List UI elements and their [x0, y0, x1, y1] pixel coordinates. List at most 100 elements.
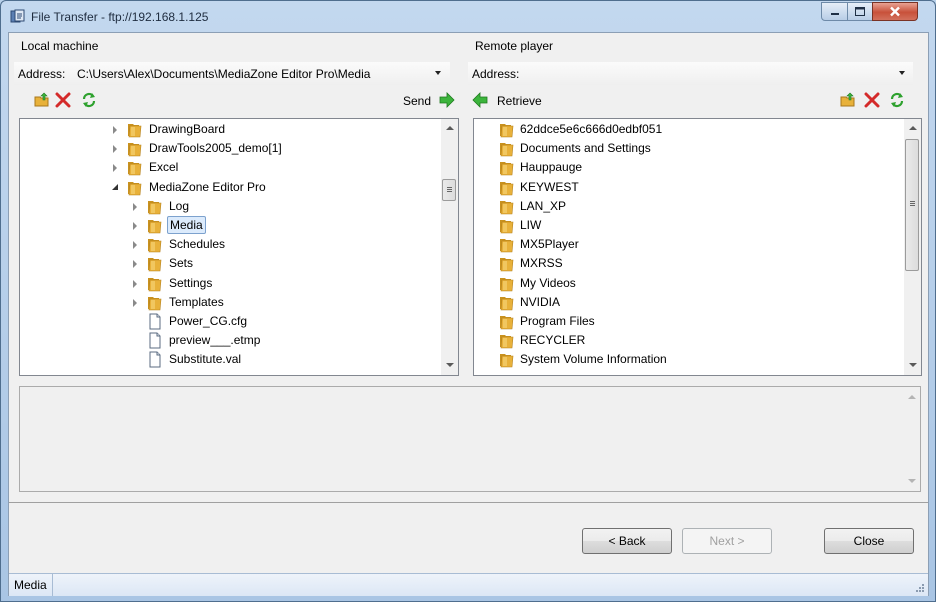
remote-tree-item[interactable]: Hauppauge	[474, 158, 902, 177]
remote-scroll-up-icon[interactable]	[909, 126, 917, 130]
local-toolbar: Send	[14, 88, 459, 112]
tree-item[interactable]: Media	[20, 216, 440, 235]
close-button[interactable]: Close	[824, 528, 914, 554]
tree-item-label: Schedules	[169, 237, 226, 252]
remote-refresh-icon[interactable]	[889, 92, 905, 108]
remote-scrollbar[interactable]	[904, 119, 921, 375]
tree-item-label: 62ddce5e6c666d0edbf051	[520, 122, 663, 136]
tree-item-label: Power_CG.cfg	[169, 314, 248, 328]
remote-tree-item[interactable]: My Videos	[474, 274, 902, 293]
tree-item-label: MediaZone Editor Pro	[149, 179, 266, 194]
tree-item-label: Excel	[149, 160, 179, 175]
remote-tree-item[interactable]: LAN_XP	[474, 197, 902, 216]
arrow-left-icon	[472, 92, 488, 108]
tree-item-label: Hauppauge	[520, 160, 583, 175]
collapsed-icon[interactable]	[133, 298, 137, 307]
send-button[interactable]: Send	[402, 88, 459, 112]
collapsed-icon[interactable]	[133, 202, 137, 211]
maximize-button[interactable]	[847, 2, 873, 21]
log-scroll-down-icon[interactable]	[908, 479, 916, 483]
tree-item[interactable]: Settings	[20, 274, 440, 293]
next-button[interactable]: Next >	[682, 528, 772, 554]
log-area[interactable]	[19, 386, 921, 492]
tree-item-label: MXRSS	[520, 256, 563, 271]
retrieve-button[interactable]: Retrieve	[468, 88, 548, 112]
collapsed-icon[interactable]	[113, 145, 117, 154]
title-bar[interactable]: File Transfer - ftp://192.168.1.125	[1, 1, 935, 33]
remote-scroll-thumb[interactable]	[905, 139, 919, 271]
remote-tree-item[interactable]: Documents and Settings	[474, 139, 902, 158]
remote-upload-folder-icon[interactable]	[840, 92, 856, 108]
remote-toolbar: Retrieve	[468, 88, 919, 112]
send-label: Send	[403, 94, 432, 108]
remote-tree-item[interactable]: LIW	[474, 216, 902, 235]
tree-item[interactable]: Schedules	[20, 235, 440, 254]
collapsed-icon[interactable]	[133, 241, 137, 250]
local-tree[interactable]: DrawingBoard DrawTools2005_demo[1] Excel Me…	[19, 118, 459, 376]
remote-scroll-down-icon[interactable]	[909, 363, 917, 367]
folder-icon	[500, 200, 514, 215]
file-item[interactable]: Power_CG.cfg	[20, 312, 440, 331]
remote-address-dropdown-icon[interactable]	[899, 71, 905, 75]
collapsed-icon[interactable]	[113, 164, 117, 173]
tree-item-label: Documents and Settings	[520, 141, 651, 156]
tree-item-label: Media	[167, 216, 206, 234]
local-address-value[interactable]: C:\Users\Alex\Documents\MediaZone Editor…	[77, 67, 370, 81]
tree-item[interactable]: Log	[20, 197, 440, 216]
tree-item[interactable]: DrawTools2005_demo[1]	[20, 139, 440, 158]
scroll-up-icon[interactable]	[446, 126, 454, 130]
remote-address-label: Address:	[472, 67, 520, 81]
remote-address-bar[interactable]: Address:	[468, 62, 913, 85]
log-scroll-up-icon[interactable]	[908, 395, 916, 399]
delete-icon[interactable]	[55, 92, 71, 108]
file-icon	[149, 313, 161, 330]
folder-icon	[148, 296, 162, 311]
status-bar: Media	[9, 573, 928, 596]
folder-icon	[500, 162, 514, 176]
refresh-icon[interactable]	[81, 92, 97, 108]
scroll-down-icon[interactable]	[446, 363, 454, 367]
local-address-dropdown-icon[interactable]	[435, 71, 441, 75]
folder-icon	[500, 220, 514, 234]
tree-item[interactable]: MediaZone Editor Pro	[20, 178, 440, 197]
remote-tree-item[interactable]: 62ddce5e6c666d0edbf051	[474, 120, 902, 139]
folder-icon	[128, 124, 142, 138]
collapsed-icon[interactable]	[133, 279, 137, 288]
local-scroll-thumb[interactable]	[442, 179, 456, 201]
local-scrollbar[interactable]	[441, 119, 458, 375]
file-item[interactable]: preview___.etmp	[20, 331, 440, 350]
remote-tree-item[interactable]: KEYWEST	[474, 178, 902, 197]
remote-tree-item[interactable]: System Volume Information	[474, 350, 902, 369]
remote-tree-item[interactable]: Program Files	[474, 312, 902, 331]
remote-tree-item[interactable]: MXRSS	[474, 254, 902, 273]
tree-item[interactable]: Sets	[20, 254, 440, 273]
collapsed-icon[interactable]	[133, 222, 137, 230]
expanded-icon[interactable]	[112, 183, 118, 190]
remote-tree-item[interactable]: RECYCLER	[474, 331, 902, 350]
file-item[interactable]: Substitute.val	[20, 350, 440, 369]
collapsed-icon[interactable]	[113, 126, 117, 134]
remote-delete-icon[interactable]	[864, 92, 880, 108]
next-label: Next >	[709, 534, 745, 548]
tree-item[interactable]: DrawingBoard	[20, 120, 440, 139]
tree-item[interactable]: Excel	[20, 158, 440, 177]
tree-item-label: Sets	[169, 256, 194, 271]
close-window-button[interactable]	[872, 2, 918, 21]
tree-item[interactable]: Templates	[20, 293, 440, 312]
separator	[9, 502, 928, 503]
minimize-button[interactable]	[821, 2, 848, 21]
arrow-right-icon	[439, 92, 455, 108]
retrieve-label: Retrieve	[497, 94, 542, 108]
folder-icon	[500, 258, 514, 272]
collapsed-icon[interactable]	[133, 260, 137, 269]
upload-folder-icon[interactable]	[34, 92, 50, 108]
remote-tree-item[interactable]: NVIDIA	[474, 293, 902, 312]
remote-tree[interactable]: 62ddce5e6c666d0edbf051 Documents and Sett…	[473, 118, 922, 376]
log-scrollbar[interactable]	[903, 387, 920, 491]
remote-tree-item[interactable]: MX5Player	[474, 235, 902, 254]
back-button[interactable]: < Back	[582, 528, 672, 554]
local-address-bar[interactable]: Address: C:\Users\Alex\Documents\MediaZo…	[14, 62, 450, 85]
folder-icon	[500, 316, 514, 330]
close-label: Close	[853, 534, 885, 548]
resize-grip-icon[interactable]	[915, 583, 925, 593]
